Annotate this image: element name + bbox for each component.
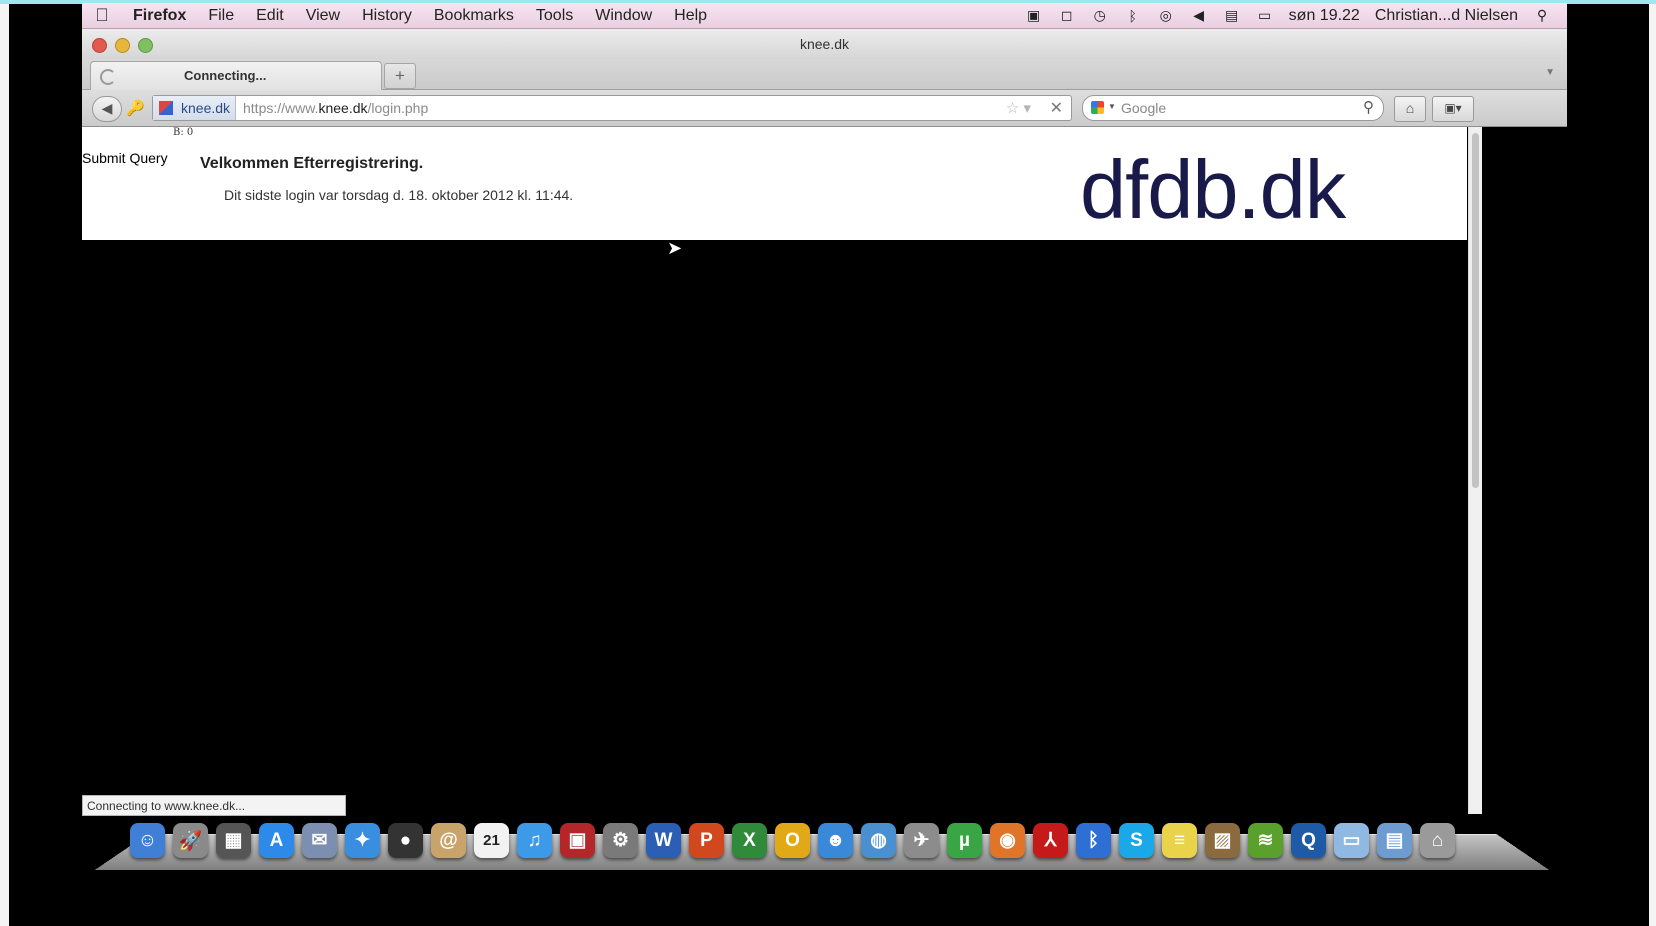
spotlight-search-icon[interactable]: ⚲: [1533, 7, 1551, 24]
navigation-toolbar: ◀ 🔑 knee.dk https://www.knee.dk/login.ph…: [82, 90, 1567, 127]
bluetooth-icon[interactable]: ᛒ: [1076, 823, 1111, 858]
itunes-icon[interactable]: ♫: [517, 823, 552, 858]
tab-active[interactable]: Connecting...: [90, 61, 382, 90]
bluetooth-icon[interactable]: ᛒ: [1124, 8, 1142, 24]
window-titlebar: knee.dk: [82, 29, 1567, 59]
menu-edit[interactable]: Edit: [245, 7, 295, 25]
bookmarks-menu-button[interactable]: ▣▾: [1432, 96, 1474, 122]
url-prefix: https://www.: [243, 100, 319, 116]
last-login-text: Dit sidste login var torsdag d. 18. okto…: [224, 187, 574, 203]
acrobat-icon[interactable]: ⅄: [1033, 823, 1068, 858]
tab-label: Connecting...: [184, 68, 267, 83]
facetime-icon[interactable]: ●: [388, 823, 423, 858]
menubar-user[interactable]: Christian...d Nielsen: [1375, 7, 1518, 25]
utorrent-icon[interactable]: µ: [947, 823, 982, 858]
menu-help[interactable]: Help: [663, 7, 718, 25]
stickies-icon[interactable]: ≡: [1162, 823, 1197, 858]
contacts-icon[interactable]: @: [431, 823, 466, 858]
submit-query-button[interactable]: Submit Query: [82, 150, 168, 166]
url-text[interactable]: https://www.knee.dk/login.php: [243, 100, 428, 116]
menu-window[interactable]: Window: [584, 7, 663, 25]
skype-icon[interactable]: S: [1119, 823, 1154, 858]
messenger-icon[interactable]: ☻: [818, 823, 853, 858]
bookmark-star-icon[interactable]: ☆ ▾: [1006, 99, 1031, 117]
apple-menu-icon[interactable]: : [82, 5, 122, 26]
stop-loading-icon[interactable]: ✕: [1050, 98, 1063, 118]
search-icon[interactable]: ⚲: [1363, 98, 1374, 116]
network-icon[interactable]: ◍: [861, 823, 896, 858]
page-content: B: 0 Submit Query Velkommen Efterregistr…: [82, 127, 1467, 240]
menu-view[interactable]: View: [295, 7, 351, 25]
menu-app-firefox[interactable]: Firefox: [122, 7, 197, 25]
vertical-scrollbar[interactable]: [1468, 127, 1482, 814]
dock-items: ☺ 🚀 ▦ A ✉ ✦ ● @21 ♫ ▣ ⚙ W P X O ☻ ◍ ✈ µ ◉ ⅄ ᛒ S ≡ ▨ ≋ Q ▭ ▤ ⌂: [130, 823, 1455, 858]
status-bar: Connecting to www.knee.dk...: [82, 795, 346, 816]
powerpoint-icon[interactable]: P: [689, 823, 724, 858]
engine-dropdown-icon[interactable]: ▼: [1108, 102, 1116, 111]
mail-icon[interactable]: ✉: [302, 823, 337, 858]
contact-icon[interactable]: ▣: [1025, 7, 1043, 24]
system-preferences-icon[interactable]: ⚙: [603, 823, 638, 858]
keyboard-icon[interactable]: ▤: [1223, 7, 1241, 24]
mission-control-icon[interactable]: ▦: [216, 823, 251, 858]
documents-icon[interactable]: ▤: [1377, 823, 1412, 858]
screen-right-border: [1649, 4, 1656, 926]
url-domain: knee.dk: [318, 100, 368, 116]
volume-icon[interactable]: ◀: [1190, 7, 1208, 24]
mac-menubar:  Firefox File Edit View History Bookmar…: [82, 3, 1567, 29]
tiny-counter-text: B: 0: [173, 127, 194, 138]
loading-spinner-icon: [100, 69, 116, 85]
home-button[interactable]: ⌂: [1394, 96, 1426, 122]
back-button[interactable]: ◀: [92, 96, 122, 122]
scrollbar-thumb[interactable]: [1472, 133, 1479, 488]
search-bar[interactable]: ▼ Google ⚲: [1082, 95, 1384, 121]
google-engine-icon[interactable]: [1091, 101, 1104, 114]
satellite-icon[interactable]: ✈: [904, 823, 939, 858]
menu-bookmarks[interactable]: Bookmarks: [423, 7, 525, 25]
search-placeholder: Google: [1121, 100, 1167, 116]
tab-strip: Connecting... + ▼: [82, 59, 1567, 90]
site-logo: dfdb.dk: [1080, 143, 1346, 236]
safari-icon[interactable]: ✦: [345, 823, 380, 858]
excel-icon[interactable]: X: [732, 823, 767, 858]
menu-tools[interactable]: Tools: [525, 7, 584, 25]
wifi-icon[interactable]: ◎: [1157, 7, 1175, 24]
window-title: knee.dk: [799, 36, 850, 52]
finder-icon[interactable]: ☺: [130, 823, 165, 858]
screen-left-border: [0, 4, 9, 926]
site-identity-button[interactable]: knee.dk: [153, 96, 236, 120]
preview-icon[interactable]: ▨: [1205, 823, 1240, 858]
mouse-pointer-icon: ➤: [667, 238, 683, 258]
trash-icon[interactable]: ⌂: [1420, 823, 1455, 858]
outlook-icon[interactable]: O: [775, 823, 810, 858]
firefox-icon[interactable]: ◉: [990, 823, 1025, 858]
menubar-clock[interactable]: søn 19.22: [1289, 7, 1360, 25]
calendar-icon[interactable]: 21: [474, 823, 509, 858]
menubar-status-area: ▣ ◻ ◷ ᛒ ◎ ◀ ▤ ▭ søn 19.22 Christian...d …: [1025, 7, 1567, 25]
spotify-icon[interactable]: ≋: [1248, 823, 1283, 858]
quicktime-icon[interactable]: Q: [1291, 823, 1326, 858]
url-bar[interactable]: knee.dk https://www.knee.dk/login.php ☆ …: [152, 95, 1072, 121]
menu-file[interactable]: File: [197, 7, 245, 25]
tab-list-chevron-icon[interactable]: ▼: [1545, 67, 1555, 78]
battery-icon[interactable]: ▭: [1256, 7, 1274, 24]
folder-icon[interactable]: ▭: [1334, 823, 1369, 858]
app-store-icon[interactable]: A: [259, 823, 294, 858]
evernote-icon[interactable]: ◻: [1058, 7, 1076, 24]
launchpad-icon[interactable]: 🚀: [173, 823, 208, 858]
mac-dock: ☺ 🚀 ▦ A ✉ ✦ ● @21 ♫ ▣ ⚙ W P X O ☻ ◍ ✈ µ ◉ ⅄ ᛒ S ≡ ▨ ≋ Q ▭ ▤ ⌂: [82, 818, 1567, 872]
new-tab-button[interactable]: +: [384, 63, 416, 89]
menu-history[interactable]: History: [351, 7, 423, 25]
time-machine-icon[interactable]: ◷: [1091, 7, 1109, 24]
word-icon[interactable]: W: [646, 823, 681, 858]
photo-booth-icon[interactable]: ▣: [560, 823, 595, 858]
key-icon[interactable]: 🔑: [126, 99, 145, 117]
firefox-window: knee.dk Connecting... + ▼ ◀ 🔑 knee.dk ht…: [82, 29, 1567, 856]
welcome-heading: Velkommen Efterregistrering.: [200, 155, 424, 172]
site-favicon-icon: [159, 101, 173, 115]
url-path: /login.php: [367, 100, 429, 116]
site-identity-label: knee.dk: [181, 100, 231, 116]
